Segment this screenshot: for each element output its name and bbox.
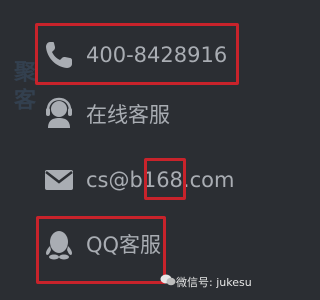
headset-support-icon <box>46 97 72 128</box>
highlight-box-email <box>144 158 186 200</box>
online-service-row[interactable]: 在线客服 <box>0 90 274 140</box>
highlight-box-phone <box>35 23 239 85</box>
watermark-bottom: 微信号: jukesu <box>176 276 252 289</box>
highlight-box-qq <box>36 216 166 284</box>
wechat-icon <box>160 274 176 286</box>
contact-panel: 聚客 400-8428916 在线客服 cs@b168.com QQ客服 微信号… <box>0 0 274 300</box>
email-part-3: .com <box>182 168 235 192</box>
mail-icon <box>45 170 73 190</box>
email-row[interactable]: cs@b168.com <box>0 155 274 205</box>
email-part-1: cs@b <box>86 168 143 192</box>
online-service-label[interactable]: 在线客服 <box>86 103 170 127</box>
